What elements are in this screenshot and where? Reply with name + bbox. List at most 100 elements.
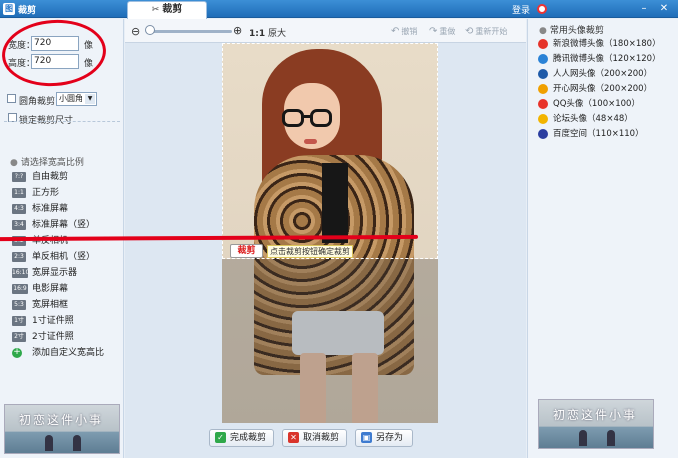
zoom-slider[interactable]	[146, 30, 232, 33]
redo-label: 重做	[439, 27, 456, 36]
rounded-crop-checkbox[interactable]	[7, 94, 16, 103]
avatar-preset-label: 新浪微博头像（180×180）	[553, 39, 661, 49]
rounded-select-value: 小圆角	[59, 94, 83, 103]
ratio-item-free[interactable]: ?:? 自由裁剪	[12, 170, 104, 186]
login-link[interactable]: 登录	[512, 3, 530, 16]
avatar-preset-label: 腾讯微博头像（120×120）	[553, 54, 661, 64]
tencent-weibo-icon	[538, 53, 548, 64]
tab-crop[interactable]: ✂ 裁剪	[127, 1, 207, 19]
thumbnail-caption: 初恋这件小事	[553, 408, 638, 422]
ratio-16-10-icon: 16:10	[12, 267, 30, 278]
ratio-item-label: 标准屏幕（竖）	[32, 220, 96, 230]
avatar-preset-renren[interactable]: 人人网头像（200×200）	[538, 68, 661, 83]
bullet-icon: ●	[539, 26, 547, 36]
id-photo-icon: 2寸	[12, 331, 26, 342]
close-button[interactable]: ✕	[657, 2, 671, 16]
skin-icon[interactable]	[537, 4, 547, 14]
ratio-item-16-9[interactable]: 16:9 电影屏幕	[12, 282, 104, 298]
ratio-item-label: 标准屏幕	[32, 204, 69, 214]
avatar-preset-list: 新浪微博头像（180×180） 腾讯微博头像（120×120） 人人网头像（20…	[538, 38, 661, 143]
bullet-icon: ●	[10, 158, 18, 168]
ratio-heading-label: 请选择宽高比例	[20, 158, 84, 168]
crop-tooltip: 点击裁剪按钮确定裁剪	[267, 245, 353, 258]
redo-button[interactable]: ↷ 重做	[429, 26, 455, 37]
ratio-4-3-icon: 4:3	[12, 203, 26, 214]
ratio-item-2-3[interactable]: 2:3 单反相机（竖）	[12, 250, 104, 266]
zoom-in-icon[interactable]: ⊕	[233, 24, 242, 37]
ratio-item-label: 单反相机（竖）	[32, 252, 96, 262]
ratio-free-icon: ?:?	[12, 171, 26, 182]
ratio-16-9-icon: 16:9	[12, 283, 28, 294]
figure-shape	[607, 430, 615, 446]
preview-thumbnail: 初恋这件小事	[538, 399, 654, 449]
ratio-5-3-icon: 5:3	[12, 299, 26, 310]
zoom-out-icon[interactable]: ⊖	[131, 25, 140, 38]
avatar-preset-tencent[interactable]: 腾讯微博头像（120×120）	[538, 53, 661, 68]
ratio-heading: ● 请选择宽高比例	[10, 155, 84, 168]
plus-icon: +	[12, 346, 22, 358]
finish-crop-button[interactable]: ✓ 完成裁剪	[209, 429, 274, 447]
undo-label: 撤销	[401, 27, 418, 36]
avatar-heading: ● 常用头像裁剪	[539, 23, 604, 36]
title-bar: 图 裁剪 ✂ 裁剪 登录 – ✕	[0, 0, 678, 19]
avatar-preset-label: 人人网头像（200×200）	[553, 69, 653, 79]
lock-size-label: 锁定裁剪尺寸	[19, 116, 74, 126]
actual-size-button[interactable]: 1:1 原大	[249, 26, 286, 39]
window-title: 裁剪	[18, 6, 37, 16]
undo-icon: ↶	[391, 26, 400, 37]
restart-label: 重新开始	[475, 27, 508, 36]
cancel-crop-button[interactable]: ✕ 取消裁剪	[282, 429, 347, 447]
chevron-down-icon: ▼	[85, 94, 95, 104]
undo-button[interactable]: ↶ 撤销	[391, 26, 417, 37]
divider	[4, 121, 120, 122]
app-logo-icon: 图	[3, 3, 15, 15]
ratio-item-label: 电影屏幕	[32, 284, 69, 294]
restart-button[interactable]: ⟲ 重新开始	[465, 26, 507, 37]
crop-selection[interactable]	[222, 43, 438, 259]
avatar-preset-label: 论坛头像（48×48）	[553, 114, 633, 124]
ratio-item-16-10[interactable]: 16:10 宽屏显示器	[12, 266, 104, 282]
actual-size-label: 原大	[268, 29, 287, 39]
weibo-icon	[538, 38, 548, 49]
qq-icon	[538, 98, 548, 109]
save-as-button[interactable]: ▣ 另存为	[355, 429, 413, 447]
ratio-item-1-inch[interactable]: 1寸 1寸证件照	[12, 314, 104, 330]
cancel-crop-label: 取消裁剪	[303, 433, 340, 443]
rounded-select[interactable]: 小圆角 ▼	[56, 92, 97, 106]
redo-icon: ↷	[429, 26, 438, 37]
avatar-preset-baidu[interactable]: 百度空间（110×110）	[538, 128, 661, 143]
renren-icon	[538, 68, 548, 79]
avatar-preset-qq[interactable]: QQ头像（100×100）	[538, 98, 661, 113]
crop-confirm-button[interactable]: 裁剪	[230, 244, 263, 258]
id-photo-icon: 1寸	[12, 315, 26, 326]
actual-size-ratio: 1:1	[249, 29, 266, 39]
check-icon: ✓	[215, 432, 226, 443]
figure-shape	[45, 435, 53, 451]
rounded-crop-label: 圆角裁剪	[19, 97, 56, 107]
avatar-preset-forum[interactable]: 论坛头像（48×48）	[538, 113, 661, 128]
ratio-item-3-4[interactable]: 3:4 标准屏幕（竖）	[12, 218, 104, 234]
ratio-item-5-3[interactable]: 5:3 宽屏相框	[12, 298, 104, 314]
forum-icon	[538, 113, 548, 124]
thumbnail-caption: 初恋这件小事	[19, 413, 104, 427]
add-custom-ratio[interactable]: + 添加自定义宽高比	[12, 346, 104, 362]
ratio-item-2-inch[interactable]: 2寸 2寸证件照	[12, 330, 104, 346]
ratio-item-label: 1寸证件照	[32, 316, 74, 326]
ratio-item-label: 添加自定义宽高比	[32, 348, 105, 358]
ratio-item-label: 正方形	[32, 188, 60, 198]
finish-crop-label: 完成裁剪	[230, 433, 267, 443]
image-canvas[interactable]	[222, 43, 438, 423]
ratio-item-4-3[interactable]: 4:3 标准屏幕	[12, 202, 104, 218]
save-icon: ▣	[361, 432, 372, 443]
kaixin-icon	[538, 83, 548, 94]
avatar-preset-weibo[interactable]: 新浪微博头像（180×180）	[538, 38, 661, 53]
save-as-label: 另存为	[376, 433, 404, 443]
zoom-slider-handle[interactable]	[145, 25, 155, 35]
ratio-list: ?:?自由裁剪 1:1正方形 4:3标准屏幕 3:4标准屏幕（竖） 3:2单反相…	[12, 170, 104, 362]
minimize-button[interactable]: –	[637, 2, 651, 16]
ratio-item-label: 宽屏显示器	[32, 268, 78, 278]
crop-outside-overlay	[222, 259, 438, 423]
avatar-preset-kaixin[interactable]: 开心网头像（200×200）	[538, 83, 661, 98]
ratio-3-4-icon: 3:4	[12, 219, 26, 230]
ratio-item-square[interactable]: 1:1 正方形	[12, 186, 104, 202]
